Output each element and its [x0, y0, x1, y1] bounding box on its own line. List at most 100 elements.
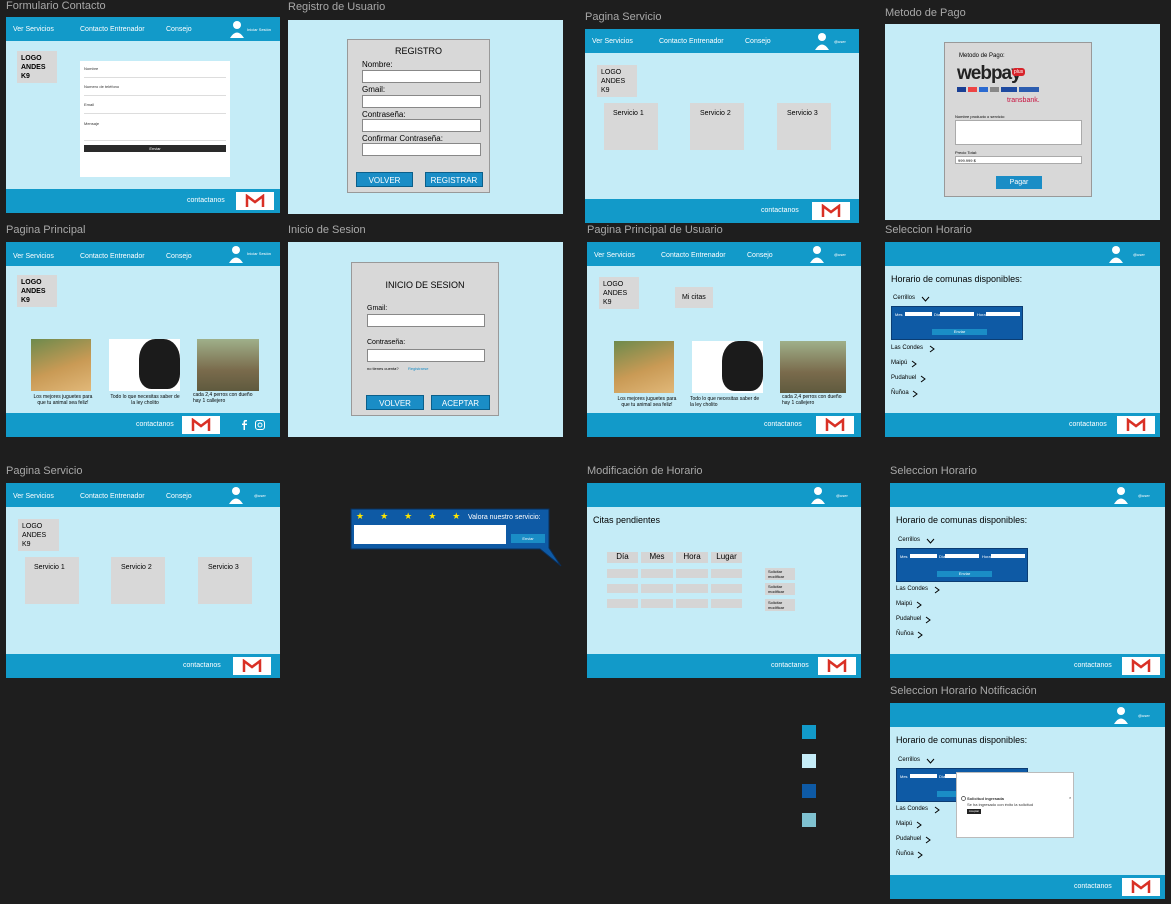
mes-input[interactable]: [910, 554, 937, 558]
nav-consejo[interactable]: Consejo: [166, 493, 192, 500]
service-card[interactable]: Servicio 1: [25, 557, 79, 604]
email-input[interactable]: [84, 108, 226, 114]
product-input[interactable]: [955, 120, 1082, 145]
service-card[interactable]: Servicio 3: [777, 103, 831, 150]
black-dog-image[interactable]: [109, 339, 180, 391]
chevron-right-icon[interactable]: [917, 851, 923, 859]
mis-citas-button[interactable]: Mi citas: [675, 287, 713, 308]
service-card[interactable]: Servicio 3: [198, 557, 252, 604]
comuna-las-condes[interactable]: Las Condes: [896, 586, 928, 592]
chevron-right-icon[interactable]: [925, 836, 931, 844]
chevron-right-icon[interactable]: [917, 631, 923, 639]
comuna-nunoa[interactable]: Ñuñoa: [896, 631, 914, 637]
chevron-right-icon[interactable]: [925, 616, 931, 624]
footer-contactanos[interactable]: contactanos: [183, 662, 221, 669]
password-input[interactable]: [367, 349, 485, 362]
user-icon[interactable]: [1114, 486, 1128, 504]
footer-contactanos[interactable]: contactanos: [1069, 421, 1107, 428]
confirm-password-input[interactable]: [362, 143, 481, 156]
gmail-input[interactable]: [367, 314, 485, 327]
comuna-pudahuel[interactable]: Pudahuel: [896, 616, 921, 622]
pay-button[interactable]: Pagar: [996, 176, 1042, 189]
gmail-icon[interactable]: [236, 192, 274, 210]
chevron-right-icon[interactable]: [911, 360, 917, 368]
comuna-maipu[interactable]: Maipú: [896, 601, 912, 607]
comment-input[interactable]: [354, 525, 506, 544]
nav-user[interactable]: @user: [254, 493, 266, 498]
comuna-cerrillos[interactable]: Cerrillos: [893, 295, 915, 301]
enviar-button[interactable]: Enviar: [937, 571, 992, 577]
nav-user[interactable]: @user: [1138, 493, 1150, 498]
dia-input[interactable]: [940, 312, 974, 316]
chevron-right-icon[interactable]: [912, 390, 918, 398]
footer-contactanos[interactable]: contactanos: [187, 197, 225, 204]
gmail-icon[interactable]: [182, 416, 220, 434]
gmail-icon[interactable]: [812, 202, 850, 220]
user-icon[interactable]: [811, 486, 825, 504]
nav-ver-servicios[interactable]: Ver Servicios: [13, 493, 54, 500]
accept-button[interactable]: ACEPTAR: [431, 395, 490, 410]
nav-user[interactable]: @user: [836, 493, 848, 498]
nav-consejo[interactable]: Consejo: [745, 38, 771, 45]
chevron-right-icon[interactable]: [934, 586, 940, 594]
stray-dogs-image[interactable]: [197, 339, 259, 391]
black-dog-image[interactable]: [692, 341, 763, 393]
nav-user[interactable]: @user: [834, 39, 846, 44]
chevron-right-icon[interactable]: [929, 345, 935, 353]
gmail-icon[interactable]: [233, 657, 271, 675]
comuna-maipu[interactable]: Maipú: [896, 821, 912, 827]
request-modify-button[interactable]: Solicitar modificar: [765, 583, 795, 595]
star-rating[interactable]: ★★★★★: [356, 511, 476, 522]
user-icon[interactable]: [1109, 245, 1123, 263]
comuna-nunoa[interactable]: Ñuñoa: [891, 390, 909, 396]
message-input[interactable]: [84, 127, 226, 141]
nav-user[interactable]: @user: [834, 252, 846, 257]
hora-input[interactable]: [991, 554, 1025, 558]
register-link[interactable]: Registrarse: [408, 366, 428, 371]
nav-consejo[interactable]: Consejo: [166, 26, 192, 33]
footer-contactanos[interactable]: contactanos: [771, 662, 809, 669]
footer-contactanos[interactable]: contactanos: [761, 207, 799, 214]
nav-iniciar-sesion[interactable]: Iniciar Sesión: [247, 27, 271, 32]
gmail-icon[interactable]: [1122, 878, 1160, 896]
user-icon[interactable]: [230, 20, 244, 38]
footer-contactanos[interactable]: contactanos: [1074, 883, 1112, 890]
chevron-right-icon[interactable]: [916, 821, 922, 829]
comuna-cerrillos[interactable]: Cerrillos: [898, 537, 920, 543]
send-button[interactable]: Enviar: [84, 145, 226, 152]
comuna-cerrillos[interactable]: Cerrillos: [898, 757, 920, 763]
gmail-icon[interactable]: [816, 416, 854, 434]
gmail-icon[interactable]: [1117, 416, 1155, 434]
comuna-maipu[interactable]: Maipú: [891, 360, 907, 366]
gmail-icon[interactable]: [1122, 657, 1160, 675]
chevron-down-icon[interactable]: [921, 296, 930, 302]
chevron-right-icon[interactable]: [920, 375, 926, 383]
dia-input[interactable]: [945, 554, 979, 558]
register-button[interactable]: REGISTRAR: [425, 172, 483, 187]
accept-button[interactable]: Aceptar: [967, 809, 981, 814]
stray-dogs-image[interactable]: [780, 341, 846, 393]
mes-input[interactable]: [910, 774, 937, 778]
nav-consejo[interactable]: Consejo: [166, 253, 192, 260]
comuna-pudahuel[interactable]: Pudahuel: [891, 375, 916, 381]
gmail-icon[interactable]: [818, 657, 856, 675]
footer-contactanos[interactable]: contactanos: [1074, 662, 1112, 669]
chevron-right-icon[interactable]: [934, 806, 940, 814]
nav-contacto-entrenador[interactable]: Contacto Entrenador: [80, 253, 145, 260]
nav-ver-servicios[interactable]: Ver Servicios: [594, 252, 635, 259]
user-icon[interactable]: [815, 32, 829, 50]
name-input[interactable]: [362, 70, 481, 83]
service-card[interactable]: Servicio 2: [111, 557, 165, 604]
back-button[interactable]: VOLVER: [356, 172, 413, 187]
footer-contactanos[interactable]: contactanos: [764, 421, 802, 428]
mes-input[interactable]: [905, 312, 932, 316]
user-icon[interactable]: [229, 245, 243, 263]
service-card[interactable]: Servicio 2: [690, 103, 744, 150]
chevron-down-icon[interactable]: [926, 538, 935, 544]
service-card[interactable]: Servicio 1: [604, 103, 658, 150]
request-modify-button[interactable]: Solicitar modificar: [765, 568, 795, 580]
dog-toy-image[interactable]: [31, 339, 91, 391]
comuna-pudahuel[interactable]: Pudahuel: [896, 836, 921, 842]
close-icon[interactable]: ×: [1069, 795, 1071, 800]
send-rating-button[interactable]: Enviar: [511, 534, 545, 543]
